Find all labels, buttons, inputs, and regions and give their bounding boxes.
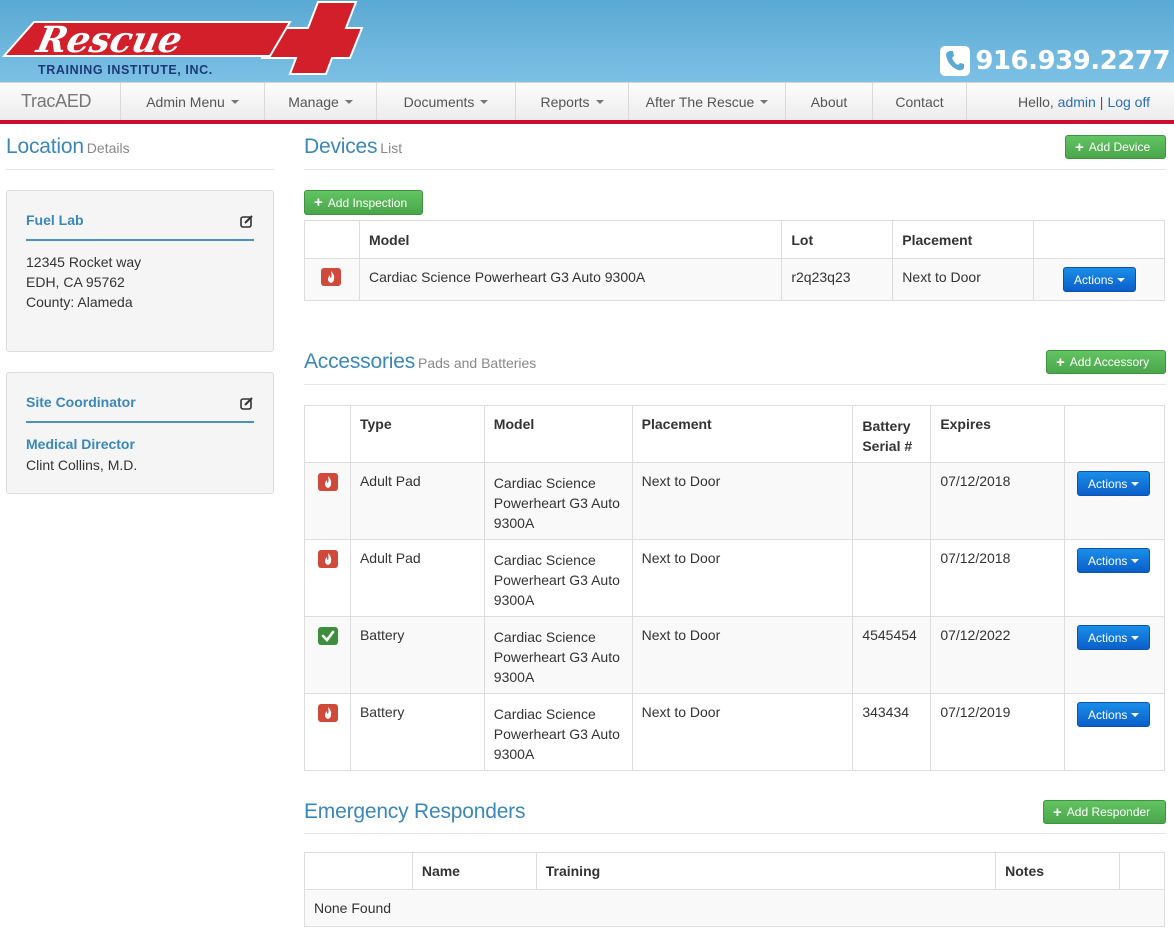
add-device-button[interactable]: + Add Device [1065, 135, 1166, 159]
actions-button[interactable]: Actions [1063, 267, 1137, 292]
phone-number[interactable]: 916.939.2277 [940, 46, 1170, 76]
plus-icon: + [1056, 353, 1065, 371]
main-navbar: TracAED Admin Menu Manage Documents Repo… [0, 82, 1174, 124]
nav-manage[interactable]: Manage [265, 83, 377, 120]
chevron-down-icon [1131, 635, 1140, 640]
medical-director-name: Clint Collins, M.D. [26, 457, 138, 473]
chevron-down-icon [595, 99, 604, 104]
nav-documents[interactable]: Documents [377, 83, 516, 120]
chevron-down-icon [344, 99, 353, 104]
fire-icon [318, 473, 338, 491]
empty-message: None Found [304, 889, 1165, 927]
location-address: 12345 Rocket way EDH, CA 95762 County: A… [26, 252, 141, 312]
contacts-well: Site Coordinator Medical Director Clint … [6, 372, 274, 494]
table-header-row: Model Lot Placement [304, 220, 1165, 259]
devices-heading: Devices List [304, 135, 403, 158]
chevron-down-icon [480, 99, 489, 104]
add-accessory-button[interactable]: + Add Accessory [1046, 350, 1166, 374]
nav-about[interactable]: About [786, 83, 873, 120]
edit-icon[interactable] [240, 396, 254, 410]
location-name[interactable]: Fuel Lab [26, 212, 84, 228]
location-subtitle: Details [86, 140, 130, 156]
location-heading: Location Details [6, 135, 130, 158]
fire-icon [318, 704, 338, 722]
table-row[interactable]: Adult Pad Cardiac Science Powerheart G3 A… [304, 462, 1165, 540]
chevron-down-icon [230, 99, 239, 104]
divider [304, 384, 1166, 385]
devices-subtitle: List [380, 140, 403, 156]
responders-heading: Emergency Responders [304, 800, 526, 823]
logo-subtext: TRAINING INSTITUTE, INC. [38, 63, 213, 77]
divider [6, 169, 274, 170]
plus-icon: + [314, 194, 323, 211]
chevron-down-icon [1117, 277, 1126, 282]
table-header-row: Type Model Placement Battery Serial # Ex… [304, 405, 1165, 463]
accessories-table: Type Model Placement Battery Serial # Ex… [304, 405, 1165, 771]
medical-director-label[interactable]: Medical Director [26, 436, 135, 452]
address-line-2: EDH, CA 95762 [26, 274, 125, 290]
site-header: Rescue TRAINING INSTITUTE, INC. 916.939.… [0, 0, 1174, 82]
table-header-row: Name Training Notes [304, 852, 1165, 890]
table-row[interactable]: Battery Cardiac Science Powerheart G3 Aut… [304, 693, 1165, 771]
add-inspection-button[interactable]: + Add Inspection [304, 190, 423, 215]
edit-icon[interactable] [240, 214, 254, 228]
actions-button[interactable]: Actions [1077, 548, 1151, 573]
actions-button[interactable]: Actions [1077, 625, 1151, 650]
address-county: County: Alameda [26, 294, 133, 310]
nav-admin-menu[interactable]: Admin Menu [121, 83, 265, 120]
location-well: Fuel Lab 12345 Rocket way EDH, CA 95762 … [6, 190, 274, 352]
check-icon [318, 627, 338, 645]
responders-table: Name Training Notes None Found [304, 852, 1165, 927]
chevron-down-icon [1131, 481, 1140, 486]
nav-after-the-rescue[interactable]: After The Rescue [629, 83, 786, 120]
well-rule [26, 421, 254, 423]
fire-icon [318, 550, 338, 568]
accessories-heading: Accessories Pads and Batteries [304, 350, 537, 373]
empty-row: None Found [304, 889, 1165, 927]
user-menu: Hello, admin | Log off [967, 83, 1174, 120]
user-separator: | [1099, 93, 1104, 110]
chevron-down-icon [1131, 712, 1140, 717]
plus-icon: + [1053, 803, 1062, 821]
actions-button[interactable]: Actions [1077, 702, 1151, 727]
well-rule [26, 239, 254, 241]
logoff-link[interactable]: Log off [1107, 94, 1150, 110]
chevron-down-icon [760, 99, 769, 104]
phone-text: 916.939.2277 [975, 46, 1170, 76]
nav-reports[interactable]: Reports [516, 83, 629, 120]
table-row[interactable]: Battery Cardiac Science Powerheart G3 Aut… [304, 616, 1165, 694]
table-row[interactable]: Adult Pad Cardiac Science Powerheart G3 A… [304, 539, 1165, 617]
site-coordinator-label[interactable]: Site Coordinator [26, 394, 136, 410]
chevron-down-icon [1131, 558, 1140, 563]
rescue-logo[interactable]: Rescue TRAINING INSTITUTE, INC. [0, 0, 370, 82]
divider [304, 169, 1166, 170]
fire-icon [321, 268, 341, 286]
logo-text: Rescue [32, 18, 186, 61]
address-line-1: 12345 Rocket way [26, 254, 142, 270]
divider [304, 833, 1166, 834]
actions-button[interactable]: Actions [1077, 471, 1151, 496]
nav-brand[interactable]: TracAED [0, 83, 121, 120]
plus-icon: + [1075, 138, 1084, 156]
devices-table: Model Lot Placement Cardiac Science Powe… [304, 220, 1165, 301]
phone-icon [940, 46, 971, 76]
table-row[interactable]: Cardiac Science Powerheart G3 Auto 9300A… [304, 258, 1165, 301]
accessories-subtitle: Pads and Batteries [418, 355, 537, 371]
user-link[interactable]: admin [1058, 94, 1096, 110]
add-responder-button[interactable]: + Add Responder [1043, 800, 1166, 824]
hello-text: Hello, [1017, 93, 1054, 110]
nav-contact[interactable]: Contact [873, 83, 967, 120]
